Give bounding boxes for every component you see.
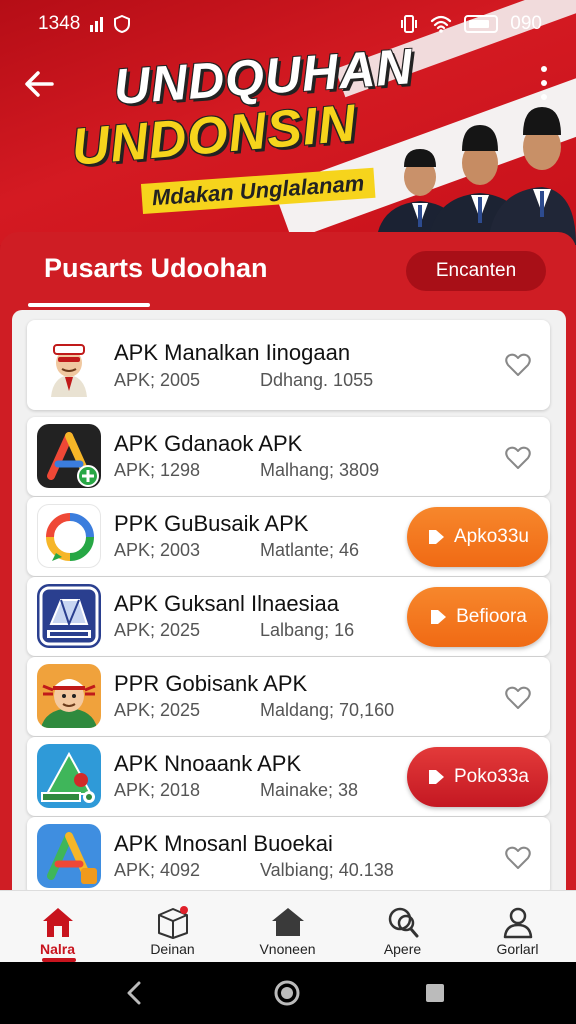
app-meta: APK; 2003 <box>114 540 201 560</box>
nav-item-search[interactable]: Apere <box>345 891 460 963</box>
app-meta: APK; 2005 <box>114 370 201 390</box>
tab-indicator <box>28 303 150 307</box>
play-arrow-icon <box>428 770 444 784</box>
heart-icon[interactable] <box>504 351 532 379</box>
heart-icon[interactable] <box>504 684 532 712</box>
home-icon <box>42 908 73 937</box>
app-icon <box>37 584 101 648</box>
list-item[interactable]: APK Guksanl Ilnaesiaa APK; 2025 Lalbang;… <box>27 577 550 656</box>
status-bar: 1348 090 <box>0 0 576 50</box>
app-meta: APK; 2025 <box>114 700 201 720</box>
app-name: PPK GuBusaik APK <box>114 511 309 536</box>
bottom-navigation: Nalra Deinan Vnoneen Apere Gorlarl <box>0 890 576 962</box>
app-icon <box>37 664 101 728</box>
download-button-label: Apko33u <box>453 526 529 547</box>
list-item[interactable]: APK Mnosanl Buoekai APK; 4092 Valbiang; … <box>27 817 550 892</box>
dot-icon <box>541 94 547 100</box>
section-title: Pusarts Udoohan <box>44 253 268 283</box>
app-downloads: Malhang; 3809 <box>260 460 380 480</box>
app-icon <box>37 424 101 488</box>
play-arrow-icon <box>431 610 447 624</box>
app-name: APK Gdanaok APK <box>114 431 303 456</box>
nav-item-home[interactable]: Nalra <box>0 891 115 963</box>
nav-item-house[interactable]: Vnoneen <box>230 891 345 963</box>
app-name: APK Manalkan Iinogaan <box>114 340 351 365</box>
officials-illustration <box>376 107 576 245</box>
nav-label: Gorlarl <box>496 941 539 957</box>
filter-button[interactable]: Encanten <box>406 251 546 291</box>
download-button-label: Befioora <box>456 606 527 627</box>
nav-label: Deinan <box>150 941 195 957</box>
download-button[interactable]: Befioora <box>407 587 548 647</box>
app-icon <box>37 333 101 397</box>
shield-icon <box>114 15 131 33</box>
wifi-icon <box>431 15 452 33</box>
app-meta: APK; 4092 <box>114 860 201 880</box>
app-downloads: Valbiang; 40.138 <box>260 860 394 880</box>
download-button-label: Poko33a <box>453 766 529 787</box>
app-downloads: Lalbang; 16 <box>260 620 355 640</box>
nav-item-package[interactable]: Deinan <box>115 891 230 963</box>
app-name: PPR Gobisank APK <box>114 671 308 696</box>
app-icon <box>37 824 101 888</box>
app-downloads: Maldang; 70,160 <box>260 700 395 720</box>
dot-icon <box>541 66 547 72</box>
nav-label: Vnoneen <box>259 941 316 957</box>
app-name: APK Mnosanl Buoekai <box>114 831 333 856</box>
app-name: APK Guksanl Ilnaesiaa <box>114 591 340 616</box>
heart-icon[interactable] <box>504 444 532 472</box>
list-item[interactable]: APK Gdanaok APK APK; 1298 Malhang; 3809 <box>27 417 550 496</box>
status-time: 1348 <box>38 13 81 34</box>
app-name: APK Nnoaank APK <box>114 751 302 776</box>
dot-icon <box>541 80 547 86</box>
nav-item-profile[interactable]: Gorlarl <box>460 891 575 963</box>
app-meta: APK; 2025 <box>114 620 201 640</box>
banner-title-line2: UNDONSIN <box>69 94 359 177</box>
app-list: APK Manalkan Iinogaan APK; 2005 Ddhang. … <box>12 310 566 892</box>
arrow-left-icon <box>25 71 54 97</box>
app-downloads: Matlante; 46 <box>260 540 360 560</box>
heart-icon[interactable] <box>504 844 532 872</box>
vibrate-icon <box>401 15 418 33</box>
app-meta: APK; 1298 <box>114 460 201 480</box>
app-icon <box>37 744 101 808</box>
download-button[interactable]: Apko33u <box>407 507 548 567</box>
home-circle-icon[interactable] <box>272 978 302 1008</box>
more-options-button[interactable] <box>538 66 550 100</box>
nav-label: Apere <box>383 941 422 957</box>
signal-icon <box>90 16 104 32</box>
play-arrow-icon <box>428 530 444 544</box>
list-item[interactable]: APK Nnoaank APK APK; 2018 Mainake; 38 Po… <box>27 737 550 816</box>
nav-label: Nalra <box>39 941 76 957</box>
system-navigation-bar <box>0 962 576 1024</box>
list-item[interactable]: APK Manalkan Iinogaan APK; 2005 Ddhang. … <box>27 320 550 410</box>
app-meta: APK; 2018 <box>114 780 201 800</box>
app-downloads: Mainake; 38 <box>260 780 359 800</box>
app-downloads: Ddhang. 1055 <box>260 370 374 390</box>
list-item[interactable]: PPK GuBusaik APK APK; 2003 Matlante; 46 … <box>27 497 550 576</box>
house-icon <box>271 908 304 936</box>
download-button[interactable]: Poko33a <box>407 747 548 807</box>
battery-icon <box>464 15 499 33</box>
app-icon <box>37 504 101 568</box>
package-icon <box>157 906 188 939</box>
search-icon <box>388 907 418 938</box>
back-button[interactable] <box>22 64 56 104</box>
recents-icon[interactable] <box>420 978 450 1008</box>
status-battery-text: 090 <box>510 13 542 34</box>
profile-icon <box>503 907 532 939</box>
back-icon[interactable] <box>120 978 150 1008</box>
list-item[interactable]: PPR Gobisank APK APK; 2025 Maldang; 70,1… <box>27 657 550 736</box>
